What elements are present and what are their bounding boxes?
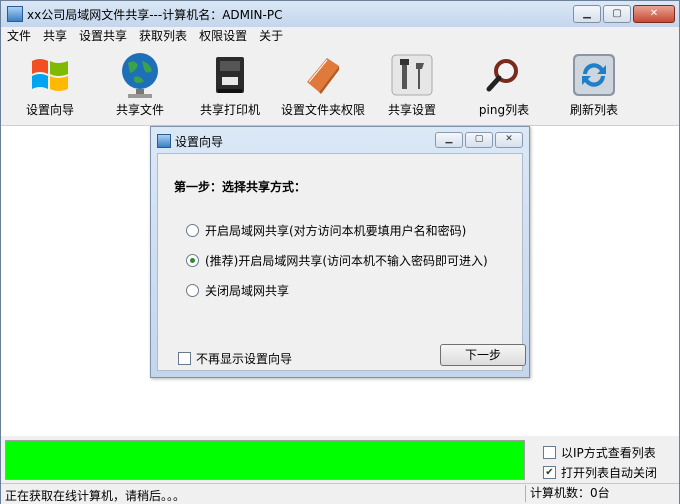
setup-wizard-dialog: 设置向导 ▁ ▢ ✕ 第一步：选择共享方式： 开启局域网共享(对方访问本机要填用… <box>150 126 530 378</box>
toolbar: 设置向导 共享文件 共享打印机 设置文件夹权限 共享设置 ping列表 刷新列表 <box>1 45 679 126</box>
dont-show-option[interactable]: 不再显示设置向导 <box>178 350 292 367</box>
progress-fill <box>6 441 524 479</box>
option-password-share[interactable]: 开启局域网共享(对方访问本机要填用户名和密码) <box>186 222 466 239</box>
dialog-maximize-button[interactable]: ▢ <box>465 132 493 148</box>
share-printer-label: 共享打印机 <box>199 103 260 117</box>
windows-logo-icon <box>25 51 75 99</box>
option-password-share-label: 开启局域网共享(对方访问本机要填用户名和密码) <box>205 224 467 238</box>
auto-close-option[interactable]: ✔ 打开列表自动关闭 <box>543 464 657 481</box>
folder-permissions-button[interactable]: 设置文件夹权限 <box>277 49 369 121</box>
menu-share[interactable]: 共享 <box>37 27 73 45</box>
status-bar: 正在获取在线计算机，请稍后。。。 计算机数：0台 <box>1 483 679 504</box>
option-disable-share-label: 关闭局域网共享 <box>205 284 290 298</box>
window-title: xx公司局域网文件共享---计算机名：ADMIN-PC <box>27 8 283 22</box>
progress-bar <box>5 440 525 480</box>
computer-count: 计算机数：0台 <box>525 485 610 502</box>
printer-icon <box>205 51 255 99</box>
option-open-share-radio[interactable] <box>186 254 199 267</box>
setup-wizard-label: 设置向导 <box>25 103 74 117</box>
dialog-title: 设置向导 <box>175 135 224 149</box>
option-open-share-label: (推荐)开启局域网共享(访问本机不输入密码即可进入) <box>205 254 488 268</box>
dialog-icon <box>157 134 171 148</box>
share-printer-button[interactable]: 共享打印机 <box>185 49 275 121</box>
refresh-list-button[interactable]: 刷新列表 <box>549 49 639 121</box>
dialog-body: 第一步：选择共享方式： 开启局域网共享(对方访问本机要填用户名和密码) (推荐)… <box>157 153 526 371</box>
menu-file[interactable]: 文件 <box>1 27 37 45</box>
menu-get-list[interactable]: 获取列表 <box>133 27 193 45</box>
folder-permissions-label: 设置文件夹权限 <box>280 103 365 117</box>
ip-view-option[interactable]: 以IP方式查看列表 <box>543 444 656 461</box>
magnifier-icon <box>479 51 529 99</box>
title-bar: xx公司局域网文件共享---计算机名：ADMIN-PC ▁ ▢ ✕ <box>1 1 679 27</box>
menu-bar: 文件 共享 设置共享 获取列表 权限设置 关于 <box>1 27 679 45</box>
app-icon <box>7 6 23 22</box>
ip-view-label: 以IP方式查看列表 <box>561 446 656 460</box>
minimize-button[interactable]: ▁ <box>573 5 601 23</box>
ping-list-label: ping列表 <box>478 103 530 117</box>
share-files-button[interactable]: 共享文件 <box>95 49 185 121</box>
dialog-minimize-button[interactable]: ▁ <box>435 132 463 148</box>
auto-close-label: 打开列表自动关闭 <box>561 466 658 480</box>
status-message: 正在获取在线计算机，请稍后。。。 <box>5 489 186 503</box>
option-password-share-radio[interactable] <box>186 224 199 237</box>
share-settings-button[interactable]: 共享设置 <box>367 49 457 121</box>
tools-icon <box>387 51 437 99</box>
ip-view-checkbox[interactable] <box>543 446 556 459</box>
menu-permissions[interactable]: 权限设置 <box>193 27 253 45</box>
dont-show-checkbox[interactable] <box>178 352 191 365</box>
dialog-close-button[interactable]: ✕ <box>495 132 523 148</box>
notebook-icon <box>297 51 347 99</box>
step-title: 第一步：选择共享方式： <box>174 180 307 194</box>
menu-about[interactable]: 关于 <box>253 27 289 45</box>
close-button[interactable]: ✕ <box>633 5 675 23</box>
menu-share-settings[interactable]: 设置共享 <box>73 27 133 45</box>
maximize-button[interactable]: ▢ <box>603 5 631 23</box>
next-step-button[interactable]: 下一步 <box>440 344 526 366</box>
ping-list-button[interactable]: ping列表 <box>459 49 549 121</box>
share-settings-label: 共享设置 <box>387 103 436 117</box>
setup-wizard-button[interactable]: 设置向导 <box>5 49 95 121</box>
option-disable-share-radio[interactable] <box>186 284 199 297</box>
refresh-list-label: 刷新列表 <box>569 103 618 117</box>
auto-close-checkbox[interactable]: ✔ <box>543 466 556 479</box>
dont-show-label: 不再显示设置向导 <box>196 352 293 366</box>
refresh-icon <box>569 51 619 99</box>
share-files-label: 共享文件 <box>115 103 164 117</box>
option-disable-share[interactable]: 关闭局域网共享 <box>186 282 289 299</box>
option-open-share[interactable]: (推荐)开启局域网共享(访问本机不输入密码即可进入) <box>186 252 488 269</box>
globe-icon <box>115 51 165 99</box>
